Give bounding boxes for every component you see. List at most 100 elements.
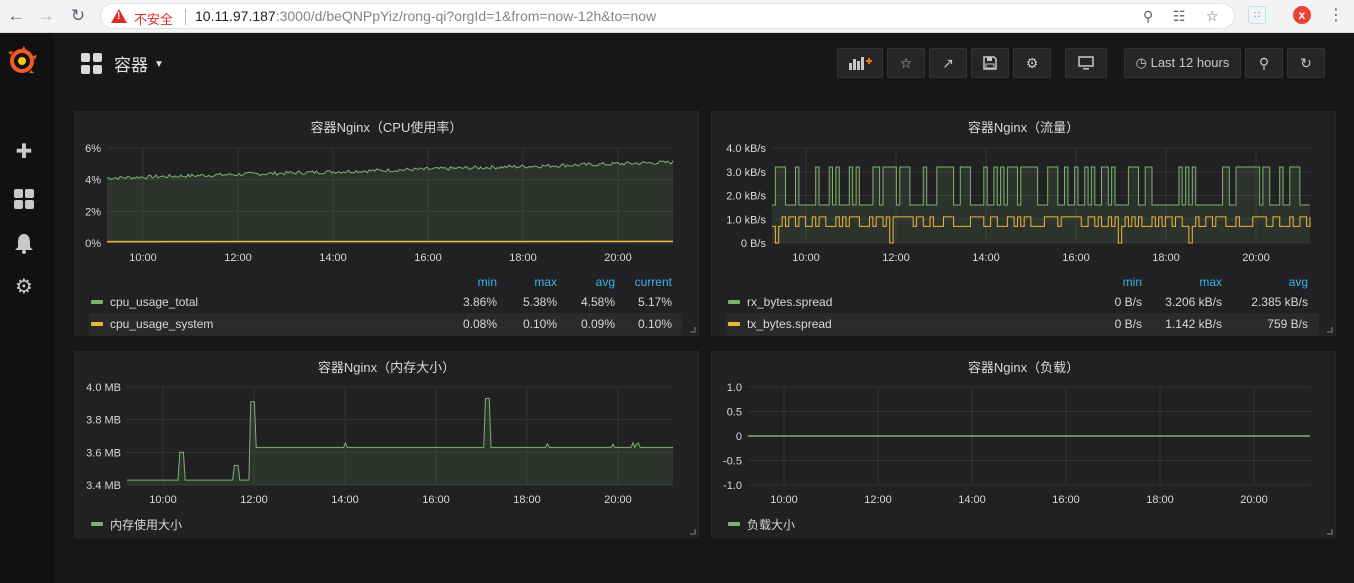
key-icon[interactable]: ⚲ — [1143, 8, 1153, 25]
panel-load[interactable]: 容器Nginx（负载） -1.0 -0.5 0 0.5 1.0 10:00 12:00 14:… — [711, 351, 1336, 538]
profile-avatar[interactable]: x — [1293, 6, 1311, 24]
series-swatch[interactable] — [91, 522, 103, 526]
clock-icon: ◷ — [1135, 55, 1147, 70]
bell-icon[interactable] — [13, 232, 35, 254]
legend-series-name[interactable]: 负载大小 — [747, 516, 795, 533]
tv-mode-icon[interactable] — [1065, 48, 1107, 78]
legend-row: tx_bytes.spread 0 B/s 1.142 kB/s 759 B/s — [726, 313, 1319, 335]
panel-memory[interactable]: 容器Nginx（内存大小） 3.4 MB 3.6 MB 3.8 MB 4.0 MB 10… — [74, 351, 699, 538]
grafana-logo-icon[interactable] — [7, 46, 37, 76]
y-tick-label: 1.0 — [727, 382, 742, 394]
x-tick-label: 16:00 — [414, 252, 442, 264]
legend-series-name[interactable]: rx_bytes.spread — [747, 295, 832, 309]
x-tick-label: 18:00 — [513, 494, 541, 506]
star-icon[interactable]: ☆ — [887, 48, 925, 78]
time-range-picker[interactable]: ◷ Last 12 hours — [1124, 48, 1241, 78]
x-tick-label: 14:00 — [972, 252, 1000, 264]
y-tick-label: 3.8 MB — [86, 415, 121, 427]
gear-icon[interactable]: ⚙ — [13, 276, 35, 298]
legend-max: 3.206 kB/s — [1165, 295, 1222, 309]
legend-row: rx_bytes.spread 0 B/s 3.206 kB/s 2.385 k… — [726, 291, 1319, 313]
series-swatch[interactable] — [728, 522, 740, 526]
dashboard-grid-icon — [81, 52, 102, 74]
grafana-sidebar: ✚ ⚙ — [0, 34, 53, 583]
resize-handle[interactable] — [690, 529, 696, 535]
x-tick-label: 14:00 — [958, 494, 986, 506]
series-swatch[interactable] — [91, 300, 103, 304]
resize-handle[interactable] — [1327, 327, 1333, 333]
forward-arrow-icon[interactable]: → — [36, 6, 56, 26]
zoom-out-icon[interactable]: ⚲ — [1245, 48, 1283, 78]
dashboard-title: 容器 — [114, 55, 148, 75]
y-tick-label: 4% — [85, 175, 101, 187]
x-tick-label: 10:00 — [149, 494, 177, 506]
legend-series-name[interactable]: cpu_usage_total — [110, 295, 198, 309]
traffic-graph[interactable]: 0 B/s 1.0 kB/s 2.0 kB/s 3.0 kB/s 4.0 kB/s 10:… — [712, 112, 1337, 382]
x-tick-label: 20:00 — [604, 494, 632, 506]
translate-icon[interactable]: ☷ — [1173, 8, 1186, 25]
add-panel-button[interactable] — [837, 48, 883, 78]
dashboards-icon[interactable] — [13, 188, 35, 210]
y-tick-label: 4.0 kB/s — [726, 143, 766, 155]
legend-row: cpu_usage_system 0.08% 0.10% 0.09% 0.10% — [89, 313, 682, 335]
url-text[interactable]: 10.11.97.187:3000/d/beQNPpYiz/rong-qi?or… — [195, 8, 656, 24]
legend-avg: 759 B/s — [1267, 317, 1308, 331]
series-swatch[interactable] — [728, 300, 740, 304]
x-tick-label: 20:00 — [604, 252, 632, 264]
settings-gear-icon[interactable]: ⚙ — [1013, 48, 1051, 78]
address-bar[interactable]: 不安全 10.11.97.187:3000/d/beQNPpYiz/rong-q… — [100, 3, 1235, 29]
x-tick-label: 12:00 — [882, 252, 910, 264]
save-icon[interactable] — [971, 48, 1009, 78]
time-range-label: Last 12 hours — [1150, 55, 1230, 70]
x-tick-label: 18:00 — [1152, 252, 1180, 264]
legend-min: 0 B/s — [1114, 295, 1142, 309]
legend-avg: 2.385 kB/s — [1251, 295, 1308, 309]
legend-header-current[interactable]: current — [602, 275, 672, 289]
y-tick-label: 3.6 MB — [86, 447, 121, 459]
legend-row: 内存使用大小 — [89, 513, 182, 535]
legend-series-name[interactable]: tx_bytes.spread — [747, 317, 832, 331]
panel-cpu-usage[interactable]: 容器Nginx（CPU使用率） 0% 2% 4% 6% 10:00 12:00 14:00 1… — [74, 111, 699, 336]
memory-graph[interactable]: 3.4 MB 3.6 MB 3.8 MB 4.0 MB 10:00 12:00 14:00 1… — [75, 352, 700, 539]
extension-icon[interactable]: ∷ — [1248, 6, 1266, 24]
refresh-icon[interactable]: ↻ — [1287, 48, 1325, 78]
y-tick-label: 0 B/s — [741, 238, 767, 250]
plus-icon[interactable]: ✚ — [13, 141, 35, 163]
dashboard-picker[interactable]: 容器 ▼ — [81, 51, 164, 75]
warning-icon — [111, 9, 127, 23]
y-tick-label: 2.0 kB/s — [726, 191, 766, 203]
load-graph[interactable]: -1.0 -0.5 0 0.5 1.0 10:00 12:00 14:00 16:00 18:00… — [712, 352, 1337, 539]
y-tick-label: -1.0 — [723, 480, 742, 492]
x-tick-label: 14:00 — [319, 252, 347, 264]
series-swatch[interactable] — [91, 322, 103, 326]
browser-toolbar: ← → ↻ 不安全 10.11.97.187:3000/d/beQNPpYiz/… — [0, 0, 1354, 33]
star-bookmark-icon[interactable]: ☆ — [1206, 8, 1219, 25]
resize-handle[interactable] — [1327, 529, 1333, 535]
legend-header-avg[interactable]: avg — [1238, 275, 1308, 289]
series-area-memory — [127, 398, 673, 485]
more-menu-icon[interactable]: ⋮ — [1328, 5, 1344, 25]
panel-traffic[interactable]: 容器Nginx（流量） 0 B/s 1.0 kB/s 2.0 kB/s 3.0 kB/… — [711, 111, 1336, 336]
back-arrow-icon[interactable]: ← — [6, 6, 26, 26]
legend-series-name[interactable]: 内存使用大小 — [110, 516, 182, 533]
y-tick-label: 3.0 kB/s — [726, 167, 766, 179]
cpu-graph[interactable]: 0% 2% 4% 6% 10:00 12:00 14:00 16:00 18:00 20:00 — [75, 112, 700, 382]
url-host: 10.11.97.187 — [195, 8, 276, 24]
legend-header-min[interactable]: min — [1072, 275, 1142, 289]
legend-series-name[interactable]: cpu_usage_system — [110, 317, 213, 331]
reload-icon[interactable]: ↻ — [68, 6, 88, 26]
x-tick-label: 12:00 — [224, 252, 252, 264]
y-tick-label: 4.0 MB — [86, 382, 121, 394]
x-tick-label: 16:00 — [1062, 252, 1090, 264]
x-tick-label: 10:00 — [792, 252, 820, 264]
resize-handle[interactable] — [690, 327, 696, 333]
share-icon[interactable]: ↗ — [929, 48, 967, 78]
series-swatch[interactable] — [728, 322, 740, 326]
x-tick-label: 16:00 — [1052, 494, 1080, 506]
legend-row: cpu_usage_total 3.86% 5.38% 4.58% 5.17% — [89, 291, 682, 313]
x-tick-label: 12:00 — [240, 494, 268, 506]
series-line-rx-bytes — [772, 166, 1310, 206]
legend-header-max[interactable]: max — [1152, 275, 1222, 289]
y-tick-label: 0% — [85, 238, 101, 250]
legend-current: 5.17% — [637, 295, 672, 309]
